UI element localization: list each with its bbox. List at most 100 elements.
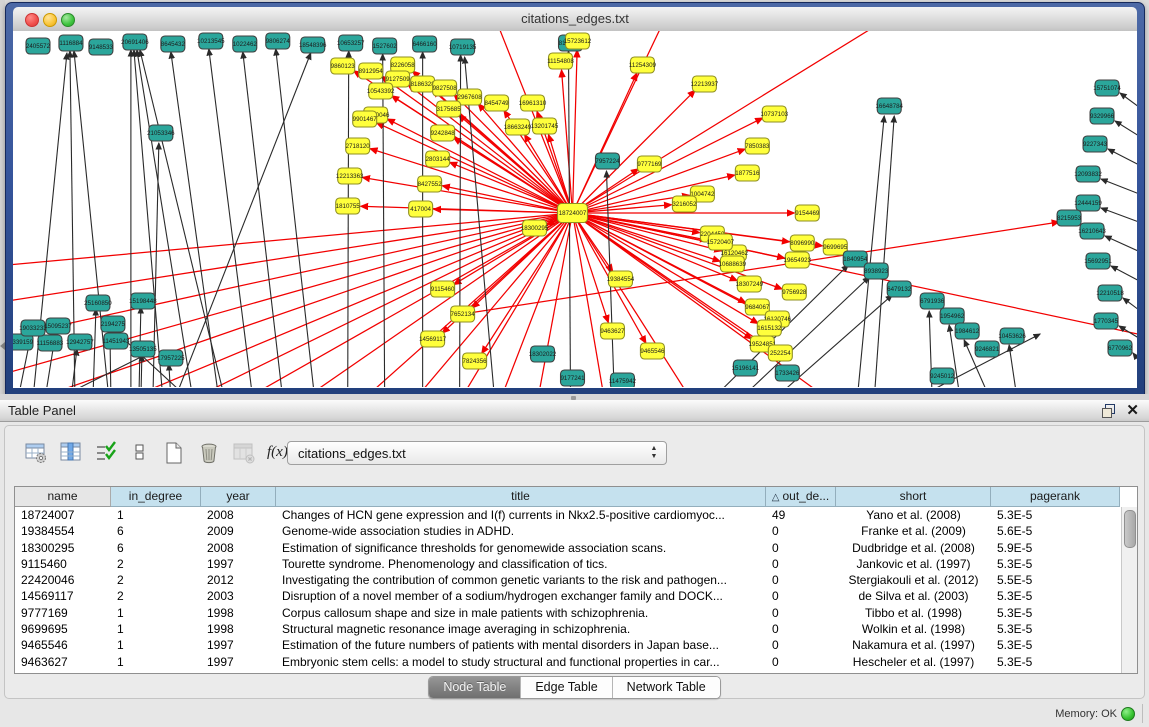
paper-node[interactable]: 1770345 — [1094, 313, 1119, 329]
paper-node[interactable]: 2405572 — [26, 38, 51, 54]
paper-node[interactable]: 9329966 — [1090, 108, 1115, 124]
paper-node-cited[interactable]: 8912954 — [359, 63, 384, 79]
paper-node-cited[interactable]: 14569117 — [419, 331, 447, 347]
paper-node[interactable]: 8938923 — [864, 263, 889, 279]
cell-out-de-[interactable]: 0 — [766, 654, 836, 670]
paper-node[interactable]: 1954962 — [940, 308, 965, 324]
cell-name[interactable]: 18724007 — [15, 507, 111, 523]
paper-node[interactable]: 7957224 — [595, 153, 620, 169]
paper-node-cited[interactable]: 2967608 — [458, 89, 483, 105]
table-header-row[interactable]: namein_degreeyeartitle△out_de...shortpag… — [15, 487, 1122, 507]
cell-in-degree[interactable]: 6 — [111, 540, 201, 556]
column-header-out-de-[interactable]: △out_de... — [766, 487, 836, 507]
cell-year[interactable]: 2008 — [201, 540, 276, 556]
paper-node-cited[interactable]: 2803144 — [426, 151, 451, 167]
cell-year[interactable]: 2009 — [201, 523, 276, 539]
table-row[interactable]: 1830029562008Estimation of significance … — [15, 540, 1122, 556]
paper-node[interactable]: 9227343 — [1083, 136, 1108, 152]
paper-node[interactable]: 19033233 — [19, 320, 47, 336]
paper-node-cited[interactable]: 19384554 — [607, 271, 635, 287]
table-panel-header[interactable]: Table Panel ✕ — [0, 400, 1149, 422]
paper-node[interactable]: 15198448 — [129, 293, 157, 309]
table-row[interactable]: 1872400712008Changes of HCN gene express… — [15, 507, 1122, 523]
paper-node-cited[interactable]: 19654923 — [784, 252, 812, 268]
paper-node-cited[interactable]: 417004 — [409, 201, 433, 217]
cell-out-de-[interactable]: 0 — [766, 572, 836, 588]
cell-year[interactable]: 2003 — [201, 588, 276, 604]
table-row[interactable]: 2242004622012Investigating the contribut… — [15, 572, 1122, 588]
paper-node-cited[interactable]: 12213363 — [336, 168, 364, 184]
cell-out-de-[interactable]: 0 — [766, 523, 836, 539]
paper-node-cited[interactable]: 11154808 — [547, 53, 574, 69]
paper-node[interactable]: 6466160 — [413, 36, 438, 52]
paper-node[interactable]: 1840954 — [843, 251, 868, 267]
paper-node-cited[interactable]: 1810755 — [336, 198, 361, 214]
cell-short[interactable]: Stergiakouli et al. (2012) — [836, 572, 991, 588]
new-table-icon[interactable] — [161, 440, 187, 466]
paper-node[interactable]: 9806274 — [266, 33, 291, 49]
tab-node-table[interactable]: Node Table — [429, 677, 521, 698]
cell-in-degree[interactable]: 2 — [111, 572, 201, 588]
paper-node[interactable]: 15751074 — [1093, 80, 1121, 96]
table-row[interactable]: 946362711997Embryonic stem cells: a mode… — [15, 654, 1122, 670]
cell-short[interactable]: Jankovic et al. (1997) — [836, 556, 991, 572]
paper-node-cited[interactable]: 9777169 — [637, 156, 662, 172]
cell-out-de-[interactable]: 0 — [766, 637, 836, 653]
cell-out-de-[interactable]: 0 — [766, 621, 836, 637]
cell-name[interactable]: 22420046 — [15, 572, 111, 588]
paper-node[interactable]: 11156883 — [37, 335, 64, 351]
column-header-name[interactable]: name — [15, 487, 111, 507]
cell-pagerank[interactable]: 5.3E-5 — [991, 621, 1120, 637]
paper-node[interactable]: 6791936 — [920, 293, 945, 309]
paper-node[interactable]: 1984612 — [955, 323, 980, 339]
paper-node[interactable]: 9245012 — [930, 368, 955, 384]
cell-title[interactable]: Estimation of the future numbers of pati… — [276, 637, 766, 653]
network-view-window[interactable]: citations_edges.txt 18724007240557211168… — [5, 2, 1145, 396]
cell-year[interactable]: 1997 — [201, 637, 276, 653]
delete-trash-icon[interactable] — [196, 440, 222, 466]
table-row[interactable]: 977716911998Corpus callosum shape and si… — [15, 605, 1122, 621]
paper-node[interactable]: 13505135 — [129, 341, 157, 357]
cell-name[interactable]: 19384554 — [15, 523, 111, 539]
paper-node-cited[interactable]: 9901467 — [353, 111, 378, 127]
paper-node[interactable]: 12210518 — [1096, 285, 1124, 301]
vertical-scrollbar[interactable] — [1121, 507, 1137, 673]
paper-node-cited[interactable]: 15720407 — [707, 234, 735, 250]
paper-node-cited[interactable]: 10688639 — [719, 256, 747, 272]
paper-node[interactable]: 12093832 — [1074, 166, 1102, 182]
paper-node[interactable]: 10213545 — [197, 33, 225, 49]
cell-title[interactable]: Corpus callosum shape and size in male p… — [276, 605, 766, 621]
paper-node-cited[interactable]: 252254 — [768, 345, 792, 361]
cell-in-degree[interactable]: 1 — [111, 507, 201, 523]
cell-title[interactable]: Structural magnetic resonance image aver… — [276, 621, 766, 637]
cell-short[interactable]: Hescheler et al. (1997) — [836, 654, 991, 670]
cell-short[interactable]: de Silva et al. (2003) — [836, 588, 991, 604]
column-header-pagerank[interactable]: pagerank — [991, 487, 1120, 507]
cell-title[interactable]: Genome-wide association studies in ADHD. — [276, 523, 766, 539]
cell-year[interactable]: 1998 — [201, 605, 276, 621]
function-builder-icon[interactable]: f(x) — [267, 444, 288, 461]
column-header-title[interactable]: title — [276, 487, 766, 507]
paper-node-cited[interactable]: 9465546 — [640, 343, 665, 359]
cell-pagerank[interactable]: 5.3E-5 — [991, 556, 1120, 572]
cell-year[interactable]: 1997 — [201, 556, 276, 572]
cell-short[interactable]: Yano et al. (2008) — [836, 507, 991, 523]
paper-node-cited[interactable]: 10737103 — [761, 106, 789, 122]
cell-year[interactable]: 1997 — [201, 654, 276, 670]
paper-node[interactable]: 16210643 — [1078, 223, 1106, 239]
citation-network-graph[interactable]: 1872400724055721116884914853320691406864… — [13, 31, 1137, 387]
paper-node-cited[interactable]: 9756928 — [782, 284, 807, 300]
paper-node-cited[interactable]: 9154469 — [795, 205, 820, 221]
cell-out-de-[interactable]: 0 — [766, 540, 836, 556]
paper-node-cited[interactable]: 18307249 — [736, 276, 764, 292]
cell-year[interactable]: 1998 — [201, 621, 276, 637]
node-table[interactable]: namein_degreeyeartitle△out_de...shortpag… — [14, 486, 1138, 674]
paper-node[interactable]: 10719135 — [449, 39, 477, 55]
paper-node-cited[interactable]: 7850383 — [745, 138, 770, 154]
paper-node[interactable]: 1527602 — [373, 38, 398, 54]
paper-node[interactable]: 16648784 — [875, 98, 903, 114]
paper-node[interactable]: 1022462 — [233, 36, 258, 52]
tab-edge-table[interactable]: Edge Table — [521, 677, 612, 698]
cell-in-degree[interactable]: 1 — [111, 654, 201, 670]
cell-short[interactable]: Nakamura et al. (1997) — [836, 637, 991, 653]
